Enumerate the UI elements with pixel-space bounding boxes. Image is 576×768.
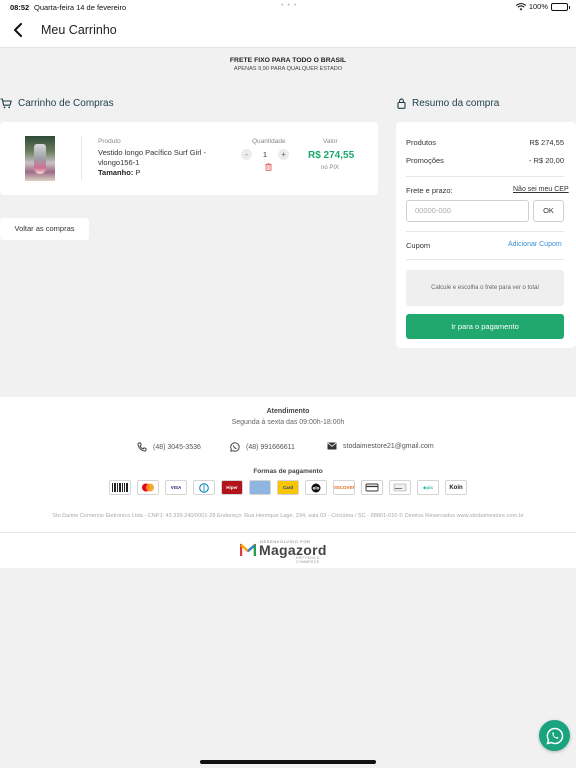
product-column-label: Produto [98,138,121,145]
page-title: Meu Carrinho [41,23,117,37]
legal-text: Sto Daime Comercio Eletronico Ltda - CNP… [52,513,524,519]
trash-icon[interactable] [265,163,272,171]
wifi-icon [515,2,526,10]
multitask-dots-icon: • • • [281,2,298,9]
add-coupon-link[interactable]: Adicionar Cupom [508,241,562,248]
payments-title: Formas de pagamento [253,468,323,475]
divider [406,259,564,260]
go-to-payment-button[interactable]: Ir para o pagamento [406,314,564,339]
notice-subline: APENAS 9,90 PARA QUALQUER ESTADO [233,66,343,72]
phone-contact[interactable]: (48) 3045-3536 [137,442,201,452]
coupon-label: Cupom [406,241,431,250]
promotions-value: - R$ 20,00 [528,156,564,165]
battery-percent: 100% [528,2,548,11]
mastercard-icon [137,480,159,495]
email-contact[interactable]: stodaimestore21@gmail.com [327,442,434,450]
price-note: no PIX [321,165,340,171]
whatsapp-number: (48) 991666611 [246,443,295,451]
decrease-quantity-button[interactable]: - [241,149,252,160]
divider [0,532,576,533]
whatsapp-contact[interactable]: (48) 991666611 [230,442,295,452]
value-column-label: Valor [323,138,338,145]
nav-bar: Meu Carrinho [0,14,576,48]
size-label: Tamanho: [98,168,134,177]
cep-ok-button[interactable]: OK [533,200,564,222]
cabal-icon [361,480,383,495]
unknown-cep-link[interactable]: Não sei meu CEP [513,186,569,193]
status-date: Quarta-feira 14 de fevereiro [34,3,127,12]
sorocred-icon: Card [277,480,299,495]
summary-title: Resumo da compra [397,98,499,109]
mail-icon [327,442,337,450]
banricompras-icon [389,480,411,495]
phone-icon [137,442,147,452]
quantity-value[interactable]: 1 [258,150,272,159]
discover-icon: DISCOVER [333,480,355,495]
product-name[interactable]: Vestido longo Pacífico Surf Girl - vlong… [98,148,228,168]
diners-icon [193,480,215,495]
boleto-icon [109,480,131,495]
chevron-left-icon [14,23,22,37]
magazord-logo-icon [240,543,256,556]
quantity-stepper: - 1 + [241,149,289,160]
status-bar: 08:52 Quarta-feira 14 de fevereiro • • •… [0,0,576,14]
visa-icon: VISA [165,480,187,495]
product-price: R$ 274,55 [308,150,355,161]
status-right: 100% [515,2,570,11]
hipercard-icon: Hiper [221,480,243,495]
brand-subtitle: ERP PARA E-COMMERCE [296,556,321,564]
cart-title-text: Carrinho de Compras [18,98,114,109]
email-address: stodaimestore21@gmail.com [343,442,434,450]
developer-brand[interactable]: DESENVOLVIDO POR Magazord ERP PARA E-COM… [240,539,340,564]
promotions-label: Promoções [406,156,444,165]
shipping-label: Frete e prazo: [406,186,453,195]
payment-methods: VISA Hiper Card elo DISCOVER ◆pix Koin [109,480,467,495]
divider [406,176,564,177]
cart-icon [0,98,12,109]
svg-text:elo: elo [313,485,320,490]
size-value: P [135,168,141,177]
whatsapp-icon [230,442,240,452]
amex-icon [249,480,271,495]
lock-icon [397,98,406,109]
koin-icon: Koin [445,480,467,495]
back-button[interactable] [8,19,28,41]
cart-title: Carrinho de Compras [0,98,114,109]
products-label: Produtos [406,138,437,147]
phone-number: (48) 3045-3536 [153,443,201,451]
product-size: Tamanho: P [98,168,140,177]
service-title: Atendimento [266,408,310,415]
service-hours: Segunda à sexta das 09:00h-18:00h [231,419,345,426]
divider [81,136,82,180]
total-info-box: Calcule e escolha o frete para ver o tot… [406,270,564,306]
products-value: R$ 274,55 [529,138,564,147]
increase-quantity-button[interactable]: + [278,149,289,160]
back-to-shopping-button[interactable]: Voltar as compras [0,218,89,240]
shipping-notice: FRETE FIXO PARA TODO O BRASIL APENAS 9,9… [0,48,576,85]
notice-headline: FRETE FIXO PARA TODO O BRASIL [229,57,347,64]
cep-input[interactable]: 00000-000 [406,200,529,222]
elo-icon: elo [305,480,327,495]
whatsapp-float-button[interactable] [539,720,570,751]
home-indicator [200,760,376,764]
summary-title-text: Resumo da compra [412,98,500,109]
divider [406,231,564,232]
pix-icon: ◆pix [417,480,439,495]
quantity-column-label: Quantidade [252,138,286,145]
battery-icon [551,2,570,11]
product-image[interactable] [25,136,55,181]
status-time: 08:52 [10,3,30,12]
whatsapp-icon [545,727,563,745]
